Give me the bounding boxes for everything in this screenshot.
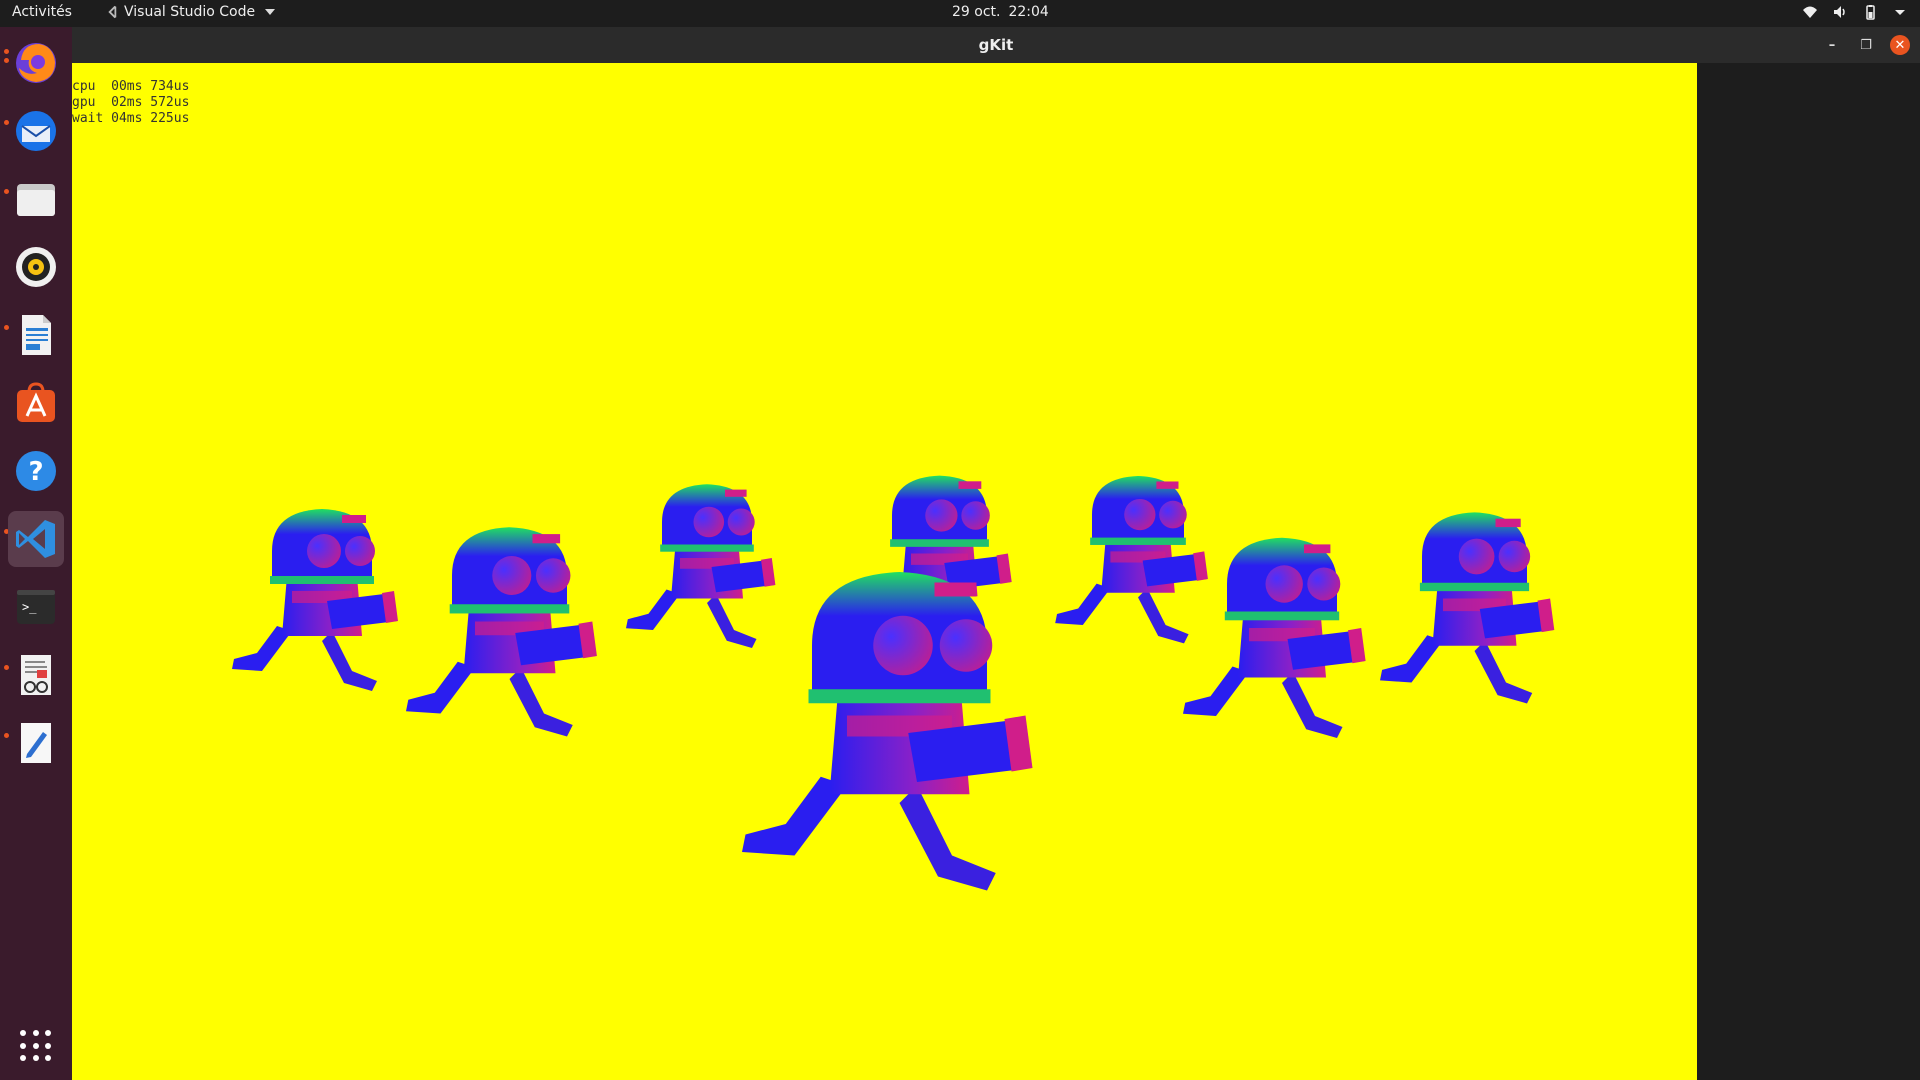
robot-figure [232, 509, 398, 691]
robot-figure [626, 484, 776, 648]
robot-figure [1183, 537, 1366, 738]
window-title: gKit [978, 36, 1014, 54]
text-editor-icon[interactable] [8, 715, 64, 771]
app-center-icon[interactable] [8, 375, 64, 431]
vscode-icon[interactable] [8, 511, 64, 567]
firefox-icon[interactable] [8, 35, 64, 91]
apps-grid-icon[interactable] [20, 1030, 52, 1062]
app-menu-label: Visual Studio Code [124, 4, 256, 20]
robot-figure [742, 572, 1033, 891]
files-icon[interactable] [8, 171, 64, 227]
svg-text:?: ? [28, 457, 43, 487]
robot-figure [406, 527, 597, 737]
chevron-down-icon [265, 9, 276, 15]
restore-button[interactable]: ❐ [1856, 35, 1876, 55]
app-window: gKit – ❐ ✕ cpu 00ms 734us gpu 02ms 572us w… [72, 27, 1920, 1080]
writer-icon[interactable] [8, 307, 64, 363]
thunderbird-icon[interactable] [8, 103, 64, 159]
robot-scene [232, 475, 1555, 891]
render-viewport[interactable]: cpu 00ms 734us gpu 02ms 572us wait 04ms 22… [72, 63, 1697, 1080]
rhythmbox-icon[interactable] [8, 239, 64, 295]
clock-date: 29 oct. [952, 4, 1001, 20]
vscode-small-icon [108, 5, 117, 19]
robot-figure [1055, 475, 1208, 644]
terminal-icon[interactable]: >_ [8, 579, 64, 635]
robot-figure [1380, 512, 1555, 704]
close-button[interactable]: ✕ [1890, 35, 1910, 55]
wifi-icon [1803, 6, 1817, 18]
clock-time: 22:04 [1008, 4, 1049, 20]
activities-button[interactable]: Activités [12, 4, 72, 20]
minimize-button[interactable]: – [1822, 35, 1842, 55]
svg-text:>_: >_ [22, 600, 37, 614]
help-icon[interactable]: ? [8, 443, 64, 499]
clock[interactable]: 29 oct. 22:04 [952, 4, 1057, 20]
chevron-down-icon [1895, 10, 1905, 15]
battery-icon [1866, 5, 1875, 20]
document-viewer-icon[interactable] [8, 647, 64, 703]
dock: ? >_ [0, 27, 72, 1080]
volume-icon [1834, 6, 1845, 18]
top-bar: Activités Visual Studio Code 29 oct. 22:0… [0, 0, 1920, 27]
app-menu[interactable]: Visual Studio Code [104, 4, 276, 20]
window-titlebar[interactable]: gKit – ❐ ✕ [72, 27, 1920, 63]
system-tray[interactable] [1802, 4, 1908, 20]
